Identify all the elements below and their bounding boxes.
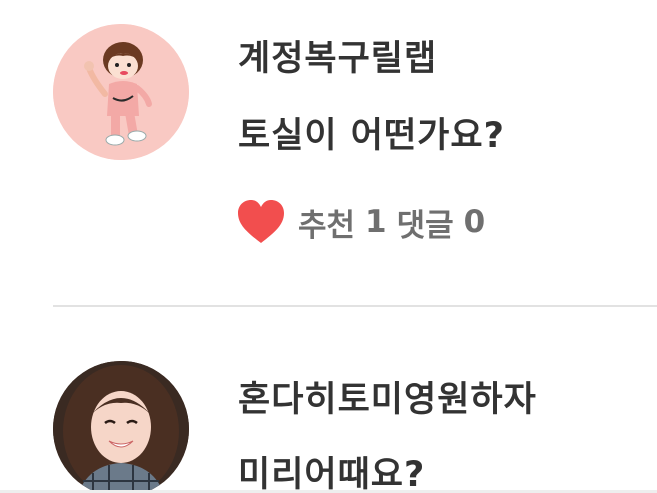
comment-count: 0 bbox=[463, 204, 486, 240]
heart-icon[interactable] bbox=[236, 199, 286, 245]
question-text[interactable]: 토실이 어떤가요? bbox=[238, 107, 505, 158]
username[interactable]: 혼다히토미영원하자 bbox=[238, 371, 537, 422]
photo-avatar-icon bbox=[53, 361, 189, 493]
cartoon-girl-avatar-icon bbox=[53, 24, 189, 160]
question-text[interactable]: 미리어때요? bbox=[238, 446, 425, 493]
feed-post[interactable]: 혼다히토미영원하자 미리어때요? bbox=[0, 307, 657, 493]
feed-post[interactable]: 계정복구릴랩 토실이 어떤가요? 추천 1 댓글 0 bbox=[0, 0, 657, 305]
question-feed: 계정복구릴랩 토실이 어떤가요? 추천 1 댓글 0 혼다히토미영원하자 미리어… bbox=[0, 0, 657, 493]
like-count: 1 bbox=[365, 204, 387, 240]
avatar[interactable] bbox=[53, 361, 189, 493]
post-stats: 추천 1 댓글 0 bbox=[236, 197, 495, 247]
comment-label[interactable]: 댓글 bbox=[397, 200, 454, 245]
username[interactable]: 계정복구릴랩 bbox=[238, 30, 437, 81]
like-label: 추천 bbox=[298, 207, 356, 244]
avatar[interactable] bbox=[53, 24, 189, 160]
